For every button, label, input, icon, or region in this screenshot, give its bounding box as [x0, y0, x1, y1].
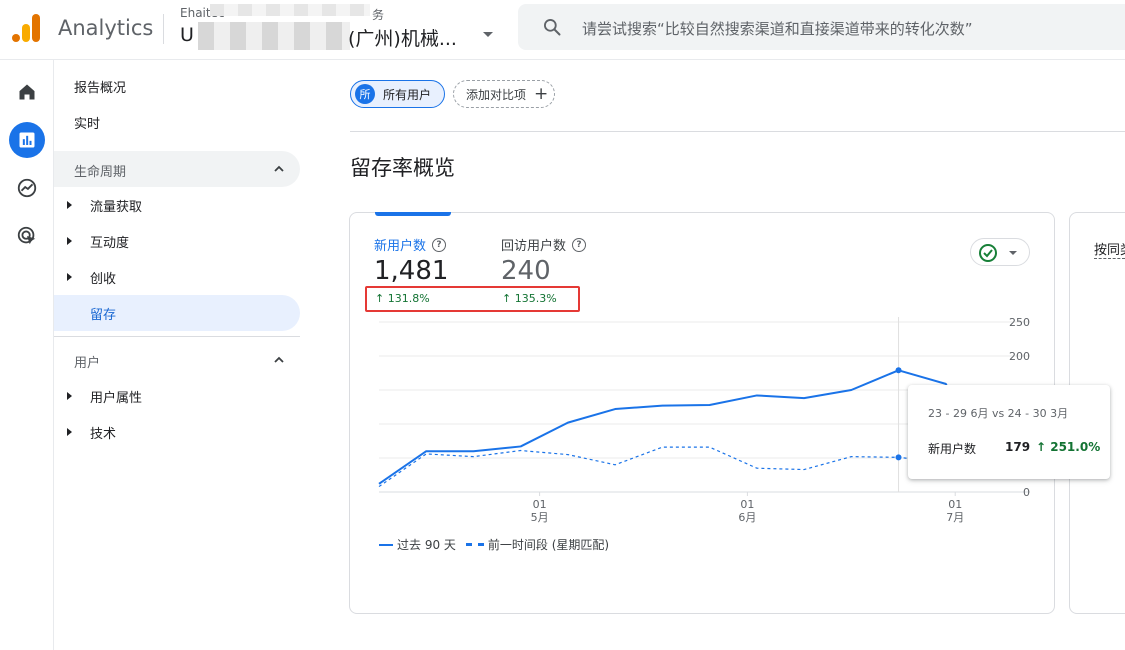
- nav-item-label: 报告概况: [74, 80, 127, 96]
- explore-icon[interactable]: [9, 170, 45, 206]
- property-name[interactable]: U: [180, 24, 194, 46]
- legend-previous-label: 前一时间段 (星期匹配): [487, 538, 610, 552]
- check-circle-icon: [979, 244, 997, 262]
- nav-section-label: 用户: [74, 356, 101, 371]
- nav-item-realtime[interactable]: 实时: [54, 104, 300, 140]
- page-title: 留存率概览: [350, 156, 455, 180]
- help-icon[interactable]: ?: [432, 237, 447, 252]
- nav-item-engagement[interactable]: 互动度: [54, 223, 300, 259]
- help-icon[interactable]: ?: [572, 237, 587, 252]
- nav-item-acquisition[interactable]: 流量获取: [54, 187, 300, 223]
- insights-status-button[interactable]: [970, 238, 1030, 266]
- search-bar[interactable]: 请尝试搜索“比较自然搜索渠道和直接渠道带来的转化次数”: [518, 4, 1125, 50]
- expand-arrow-icon: [67, 428, 72, 436]
- account-name-suffix: 务: [372, 8, 385, 22]
- account-name-redacted: [210, 4, 370, 16]
- new-users-tab[interactable]: 新用户数 ?: [374, 235, 447, 254]
- expand-arrow-icon: [67, 237, 72, 245]
- expand-arrow-icon: [67, 201, 72, 209]
- search-input[interactable]: 请尝试搜索“比较自然搜索渠道和直接渠道带来的转化次数”: [582, 18, 973, 39]
- add-comparison-button[interactable]: 添加对比项 +: [453, 80, 555, 108]
- nav-item-label: 留存: [90, 307, 117, 323]
- cohort-card-label[interactable]: 按同类: [1094, 239, 1125, 259]
- add-comparison-label: 添加对比项: [466, 87, 527, 102]
- top-bar: Analytics Ehaitec 务 U (广州)机械... 请尝试搜索“比较…: [0, 0, 1125, 60]
- reports-icon[interactable]: [9, 122, 45, 158]
- analytics-logo-icon[interactable]: [12, 12, 42, 44]
- legend-dashed-swatch: [465, 543, 484, 546]
- header-divider: [163, 14, 164, 44]
- chart-tooltip: 23 - 29 6月 vs 24 - 30 3月 新用户数 179 ↑ 251.…: [908, 385, 1110, 479]
- tooltip-value: 179: [1005, 440, 1031, 454]
- nav-section-user[interactable]: 用户: [54, 342, 300, 378]
- tooltip-delta: ↑ 251.0%: [1036, 440, 1101, 454]
- property-dropdown-icon[interactable]: [483, 32, 493, 37]
- nav-item-tech[interactable]: 技术: [54, 414, 300, 450]
- returning-users-label: 回访用户数: [501, 239, 567, 254]
- main-divider: [350, 131, 1125, 132]
- tooltip-metric-label: 新用户数: [928, 442, 977, 456]
- all-users-label: 所有用户: [383, 87, 432, 102]
- new-users-label: 新用户数: [374, 239, 427, 254]
- advertising-icon[interactable]: [9, 218, 45, 254]
- app-name: Analytics: [58, 16, 154, 40]
- report-navigation: 报告概况 实时 生命周期 流量获取 互动度 创收 留存 用户 用户属性 技术: [54, 60, 316, 650]
- annotation-highlight-box: [365, 286, 580, 312]
- chevron-up-icon: [274, 356, 284, 363]
- legend-current-label: 过去 90 天: [397, 538, 456, 552]
- property-name-redacted: [198, 22, 350, 50]
- search-icon: [544, 19, 561, 36]
- nav-item-label: 互动度: [90, 235, 130, 251]
- nav-item-overview[interactable]: 报告概况: [54, 68, 300, 104]
- chart-legend: 过去 90 天 前一时间段 (星期匹配): [379, 536, 609, 553]
- nav-item-label: 实时: [74, 116, 101, 132]
- plus-icon: +: [534, 84, 549, 104]
- left-rail: [0, 60, 54, 650]
- tooltip-date-range: 23 - 29 6月 vs 24 - 30 3月: [928, 407, 1069, 420]
- legend-solid-swatch: [379, 543, 393, 546]
- chevron-up-icon: [274, 165, 284, 172]
- nav-item-user-attributes[interactable]: 用户属性: [54, 378, 300, 414]
- nav-section-label: 生命周期: [74, 165, 127, 180]
- home-icon[interactable]: [9, 74, 45, 110]
- active-metric-indicator: [375, 212, 451, 216]
- property-name-rest[interactable]: (广州)机械...: [348, 24, 457, 51]
- chevron-down-icon: [1009, 251, 1017, 255]
- new-users-value: 1,481: [374, 256, 449, 286]
- all-users-chip[interactable]: 所 所有用户: [350, 80, 445, 108]
- nav-item-monetization[interactable]: 创收: [54, 259, 300, 295]
- nav-item-retention[interactable]: 留存: [54, 295, 300, 331]
- expand-arrow-icon: [67, 392, 72, 400]
- nav-item-label: 创收: [90, 271, 117, 287]
- returning-users-value: 240: [501, 256, 551, 286]
- nav-item-label: 流量获取: [90, 199, 143, 215]
- nav-item-label: 用户属性: [90, 390, 143, 406]
- nav-section-lifecycle[interactable]: 生命周期: [54, 151, 300, 187]
- expand-arrow-icon: [67, 273, 72, 281]
- nav-item-label: 技术: [90, 426, 117, 442]
- returning-users-tab[interactable]: 回访用户数 ?: [501, 235, 587, 254]
- nav-divider: [54, 336, 300, 337]
- all-users-badge: 所: [355, 84, 375, 104]
